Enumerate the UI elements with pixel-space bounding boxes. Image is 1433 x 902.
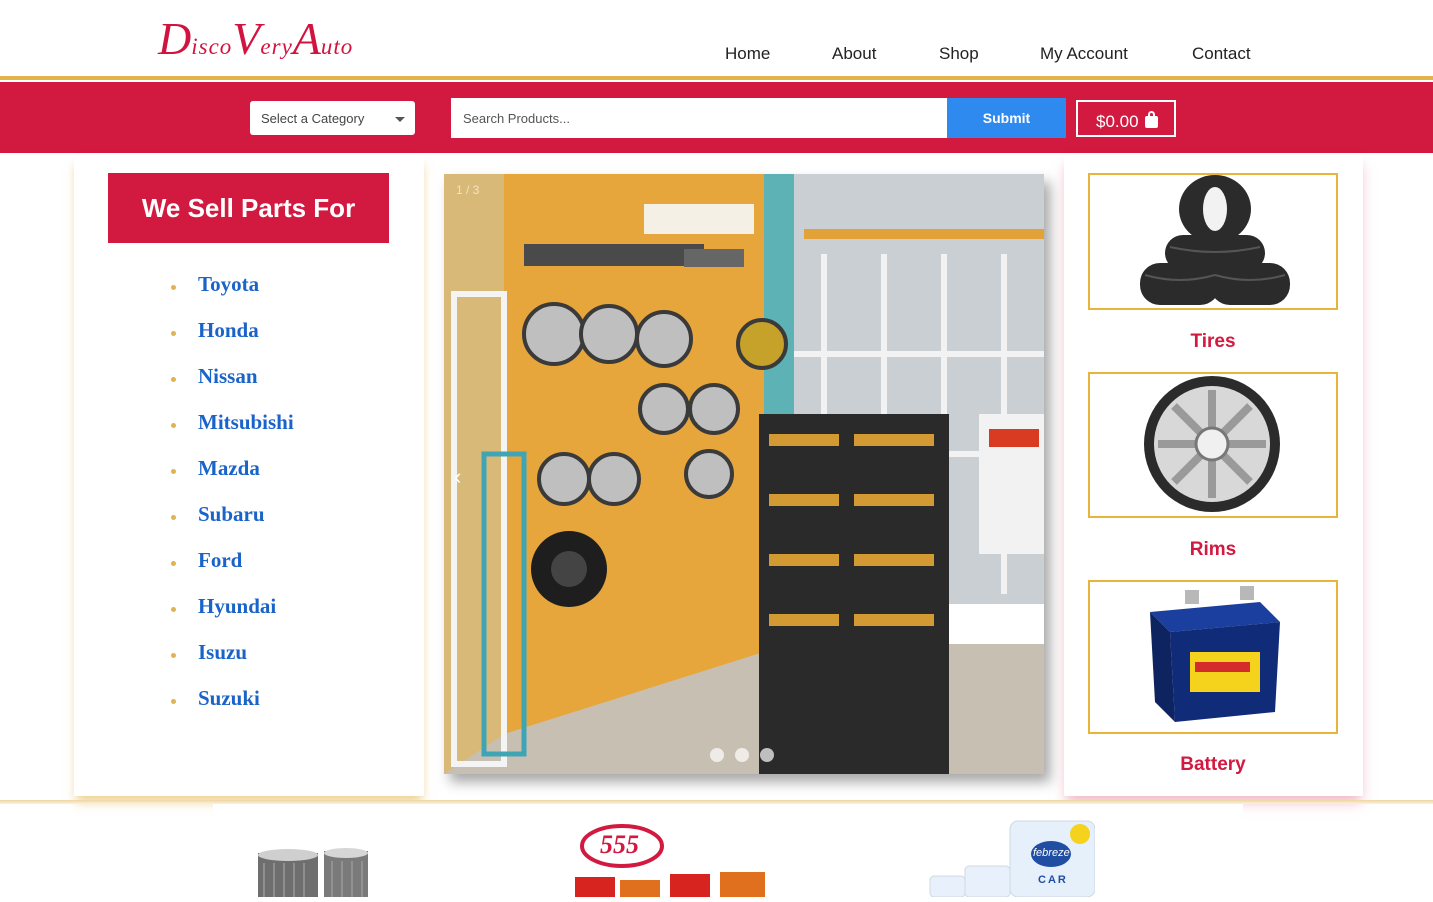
- bullet-icon: [171, 561, 176, 566]
- spark-plugs-brand: 555: [600, 830, 639, 859]
- bullet-icon: [171, 377, 176, 382]
- search-input[interactable]: [451, 98, 947, 138]
- nav-home[interactable]: Home: [725, 44, 770, 64]
- shop-interior-image: [444, 174, 1044, 774]
- bullet-icon: [171, 469, 176, 474]
- bullet-icon: [171, 423, 176, 428]
- tires-image: [1140, 175, 1290, 305]
- slider-dot[interactable]: [735, 748, 749, 762]
- air-freshener-product[interactable]: febreze CAR: [905, 816, 1096, 898]
- freshener-line: CAR: [1038, 874, 1068, 886]
- bullet-icon: [171, 285, 176, 290]
- brand-label: Ford: [198, 548, 243, 572]
- bullet-icon: [171, 331, 176, 336]
- nav-my-account[interactable]: My Account: [1040, 44, 1128, 64]
- chevron-left-icon[interactable]: ‹: [454, 464, 461, 490]
- brand-label: Mazda: [198, 456, 260, 480]
- brands-panel-title: We Sell Parts For: [108, 173, 389, 243]
- slider-dot[interactable]: [710, 748, 724, 762]
- site-header: DiscoVeryAuto Home About Shop My Account…: [0, 0, 1433, 82]
- category-card-tires[interactable]: [1088, 173, 1338, 310]
- cart-total: $0.00: [1096, 112, 1139, 131]
- submit-button[interactable]: Submit: [947, 98, 1066, 138]
- freshener-brand: febreze: [1033, 847, 1070, 859]
- brand-label: Nissan: [198, 364, 258, 388]
- category-select-value: Select a Category: [261, 111, 365, 126]
- header-divider: [0, 76, 1433, 80]
- nav-contact[interactable]: Contact: [1192, 44, 1251, 64]
- bullet-icon: [171, 699, 176, 704]
- category-label-rims[interactable]: Rims: [1088, 539, 1338, 561]
- category-card-rims[interactable]: [1088, 372, 1338, 518]
- brand-label: Honda: [198, 318, 259, 342]
- rim-image: [1144, 376, 1280, 512]
- brand-label: Isuzu: [198, 640, 248, 664]
- main-nav: Home About Shop My Account Contact: [0, 44, 1433, 68]
- brand-label: Hyundai: [198, 594, 277, 618]
- caret-down-icon: [395, 117, 405, 122]
- air-filter-image[interactable]: [250, 845, 375, 897]
- category-card-battery[interactable]: [1088, 580, 1338, 734]
- slider-dot[interactable]: [760, 748, 774, 762]
- hero-slider[interactable]: [444, 174, 1044, 774]
- brand-label: Toyota: [198, 272, 260, 296]
- category-label-battery[interactable]: Battery: [1088, 754, 1338, 776]
- brand-label: Suzuki: [198, 686, 260, 710]
- category-select[interactable]: Select a Category: [250, 101, 415, 135]
- slide-counter: 1 / 3: [456, 183, 480, 197]
- brand-label: Subaru: [198, 502, 265, 526]
- spark-plugs-product[interactable]: 555: [570, 822, 770, 897]
- shopping-bag-icon: [1144, 111, 1158, 128]
- cart-button[interactable]: $0.00: [1076, 100, 1176, 137]
- bullet-icon: [171, 607, 176, 612]
- nav-shop[interactable]: Shop: [939, 44, 979, 64]
- nav-about[interactable]: About: [832, 44, 876, 64]
- battery-image: [1150, 586, 1280, 722]
- brand-label: Mitsubishi: [198, 410, 294, 434]
- bullet-icon: [171, 653, 176, 658]
- bullet-icon: [171, 515, 176, 520]
- category-label-tires[interactable]: Tires: [1088, 331, 1338, 353]
